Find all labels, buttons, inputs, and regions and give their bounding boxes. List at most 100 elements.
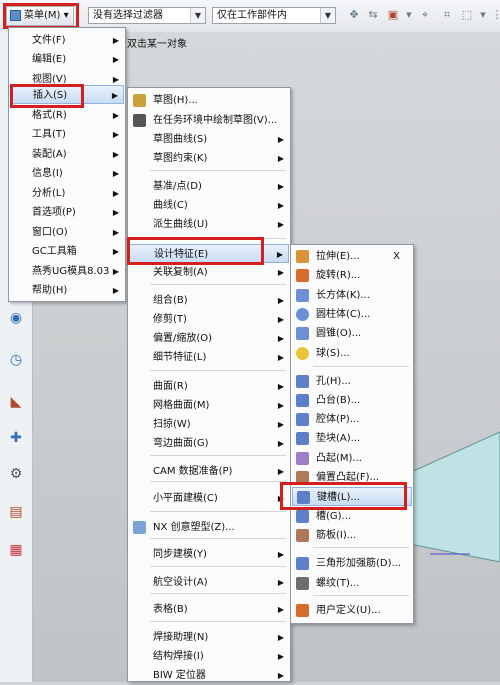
- insert-menu-item[interactable]: 扫掠(W) ▶: [129, 415, 289, 434]
- insert-menu-item[interactable]: NX 创意塑型(Z)...: [129, 518, 289, 537]
- design-menu-item[interactable]: 圆锥(O)...: [292, 324, 412, 343]
- insert-menu-item[interactable]: 设计特征(E) ▶: [129, 244, 289, 263]
- reuse-library-icon[interactable]: ▦: [6, 540, 26, 560]
- insert-menu-item[interactable]: 网格曲面(M) ▶: [129, 396, 289, 415]
- selection-scope-dropdown[interactable]: 仅在工作部件内 ▼: [212, 7, 336, 24]
- more-icon[interactable]: ⋮: [490, 8, 500, 22]
- main-menu-item[interactable]: 分析(L) ▶: [10, 184, 124, 203]
- insert-menu-item[interactable]: 修剪(T) ▶: [129, 310, 289, 329]
- main-menu-item[interactable]: 插入(S) ▶: [10, 85, 124, 104]
- main-menu-item[interactable]: 文件(F) ▶: [10, 31, 124, 50]
- insert-menu-item[interactable]: 草图曲线(S) ▶: [129, 130, 289, 149]
- insert-menu-item[interactable]: 曲线(C) ▶: [129, 196, 289, 215]
- insert-menu-item[interactable]: 关联复制(A) ▶: [129, 263, 289, 282]
- box-select-icon[interactable]: ⬚: [460, 8, 474, 22]
- insert-menu-item[interactable]: 表格(B) ▶: [129, 600, 289, 619]
- design-menu-item[interactable]: 圆柱体(C)...: [292, 305, 412, 324]
- submenu-arrow-icon: ▶: [277, 467, 284, 476]
- point-icon[interactable]: ▣: [386, 8, 400, 22]
- design-menu-item[interactable]: 螺纹(T)...: [292, 574, 412, 593]
- submenu-arrow-icon: ▶: [112, 36, 119, 45]
- menu-separator: [150, 621, 286, 622]
- design-menu-item[interactable]: 偏置凸起(F)...: [292, 468, 412, 487]
- process-studio-icon[interactable]: ◣: [6, 392, 26, 412]
- role-icon[interactable]: ✚: [6, 428, 26, 448]
- main-menu-item[interactable]: 信息(I) ▶: [10, 164, 124, 183]
- hole-icon: [296, 375, 309, 388]
- design-menu-item[interactable]: 三角形加强筋(D)...: [292, 554, 412, 573]
- insert-menu-item-label: 曲线(C): [153, 200, 188, 211]
- design-menu-item[interactable]: 孔(H)...: [292, 372, 412, 391]
- insert-menu-item[interactable]: 焊接助理(N) ▶: [129, 628, 289, 647]
- main-menu-item[interactable]: GC工具箱 ▶: [10, 242, 124, 261]
- design-menu-item[interactable]: 球(S)...: [292, 344, 412, 363]
- lasso-icon[interactable]: ⌗: [440, 8, 454, 22]
- design-menu-item[interactable]: 筋板(I)...: [292, 526, 412, 545]
- submenu-arrow-icon: ▶: [277, 334, 284, 343]
- history-icon[interactable]: ◷: [6, 350, 26, 370]
- selection-filter-dropdown[interactable]: 没有选择过滤器 ▼: [88, 7, 206, 24]
- insert-menu-item[interactable]: 偏置/缩放(O) ▶: [129, 329, 289, 348]
- system-scene-icon[interactable]: ⚙: [6, 464, 26, 484]
- insert-menu-item[interactable]: 弯边曲面(G) ▶: [129, 434, 289, 453]
- sketch-icon: [133, 94, 146, 107]
- insert-menu-item-label: 航空设计(A): [153, 577, 208, 588]
- insert-menu-item[interactable]: 草图约束(K) ▶: [129, 149, 289, 168]
- design-menu-item[interactable]: 用户定义(U)...: [292, 601, 412, 620]
- submenu-arrow-icon: ▶: [277, 382, 284, 391]
- insert-menu-item[interactable]: 结构焊接(I) ▶: [129, 647, 289, 666]
- main-menu-item[interactable]: 格式(R) ▶: [10, 106, 124, 125]
- insert-menu-item[interactable]: CAM 数据准备(P) ▶: [129, 462, 289, 481]
- insert-menu-item[interactable]: 同步建模(Y) ▶: [129, 545, 289, 564]
- web-browser-icon[interactable]: ◉: [6, 308, 26, 328]
- insert-menu-item[interactable]: 派生曲线(U) ▶: [129, 215, 289, 234]
- design-menu-item[interactable]: 拉伸(E)... X: [292, 247, 412, 266]
- insert-menu-item[interactable]: 细节特征(L) ▶: [129, 348, 289, 367]
- design-menu-item[interactable]: 凸起(M)...: [292, 449, 412, 468]
- design-menu-item[interactable]: 槽(G)...: [292, 507, 412, 526]
- main-menu-item[interactable]: 装配(A) ▶: [10, 145, 124, 164]
- main-menu-item[interactable]: 帮助(H) ▶: [10, 281, 124, 300]
- cursor-icon[interactable]: ⌖: [418, 8, 432, 22]
- menu-separator: [150, 284, 286, 285]
- design-menu-item[interactable]: 键槽(L)...: [292, 487, 412, 506]
- design-menu-item-label: 长方体(K)...: [316, 290, 370, 301]
- design-menu-item[interactable]: 凸台(B)...: [292, 391, 412, 410]
- design-menu-item-label: 旋转(R)...: [316, 270, 361, 281]
- main-menu-item[interactable]: 工具(T) ▶: [10, 125, 124, 144]
- main-menu-item[interactable]: 编辑(E) ▶: [10, 50, 124, 69]
- design-menu-item[interactable]: 腔体(P)...: [292, 410, 412, 429]
- main-menu-item-label: 窗口(O): [32, 227, 68, 238]
- menu-separator: [150, 566, 286, 567]
- snap-icon[interactable]: ✥: [347, 8, 361, 22]
- palette-icon[interactable]: ▤: [6, 502, 26, 522]
- block-icon: [296, 289, 309, 302]
- groove-icon: [296, 510, 309, 523]
- dropdown-arrow-icon[interactable]: ▼: [402, 8, 416, 22]
- close-icon[interactable]: X: [393, 247, 400, 266]
- insert-menu-item[interactable]: 在任务环境中绘制草图(V)...: [129, 111, 289, 130]
- insert-menu-item-label: 扫掠(W): [153, 419, 191, 430]
- insert-menu-item[interactable]: 航空设计(A) ▶: [129, 573, 289, 592]
- menu-button[interactable]: 菜单(M) ▾: [6, 6, 74, 26]
- submenu-arrow-icon: ▶: [112, 267, 119, 276]
- main-menu-item[interactable]: 燕秀UG模具8.03 ▶: [10, 262, 124, 281]
- dropdown-arrow-icon[interactable]: ▼: [476, 8, 490, 22]
- design-menu-item-label: 腔体(P)...: [316, 414, 360, 425]
- insert-menu-item[interactable]: BIW 定位器 ▶: [129, 666, 289, 685]
- insert-menu-item[interactable]: 草图(H)...: [129, 91, 289, 110]
- design-menu-item[interactable]: 垫块(A)...: [292, 429, 412, 448]
- main-menu-item[interactable]: 首选项(P) ▶: [10, 203, 124, 222]
- design-menu-item[interactable]: 旋转(R)...: [292, 266, 412, 285]
- insert-menu-item[interactable]: 基准/点(D) ▶: [129, 177, 289, 196]
- design-menu-item-label: 键槽(L)...: [317, 492, 360, 503]
- insert-menu-item[interactable]: 曲面(R) ▶: [129, 377, 289, 396]
- insert-menu-item[interactable]: 小平面建模(C) ▶: [129, 489, 289, 508]
- insert-menu-item-label: BIW 定位器: [153, 670, 206, 681]
- main-menu-item[interactable]: 窗口(O) ▶: [10, 223, 124, 242]
- design-menu-item[interactable]: 长方体(K)...: [292, 286, 412, 305]
- insert-menu-item[interactable]: 组合(B) ▶: [129, 291, 289, 310]
- select-icon[interactable]: ⇆: [366, 8, 380, 22]
- submenu-arrow-icon: ▶: [277, 353, 284, 362]
- submenu-arrow-icon: ▶: [277, 439, 284, 448]
